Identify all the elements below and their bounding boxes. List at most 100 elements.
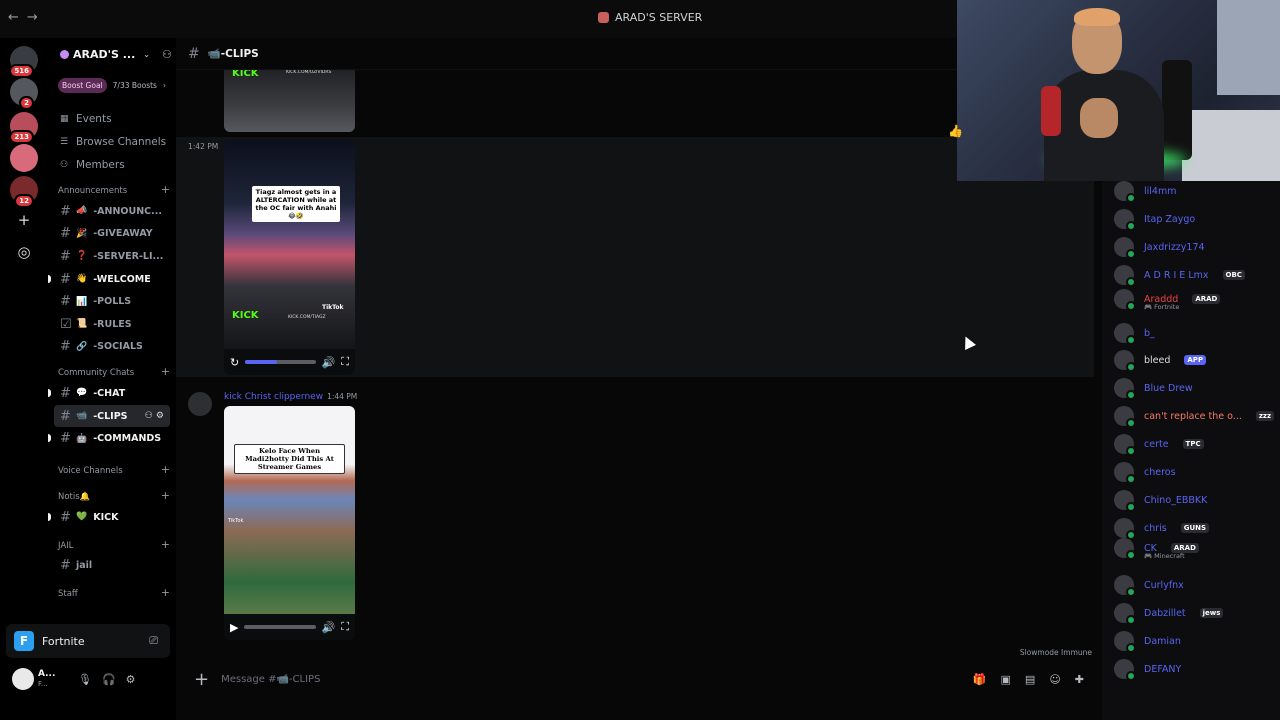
category-notis[interactable]: Notis🔔 +	[48, 480, 176, 506]
category-staff[interactable]: Staff +	[48, 577, 176, 603]
video-attachment[interactable]: Kelo Face When Madi2hotty Did This At St…	[224, 406, 355, 640]
member-item[interactable]: Dabzillet jews	[1114, 602, 1224, 625]
avatar	[1114, 181, 1136, 203]
attach-plus-icon[interactable]: +	[194, 669, 209, 690]
channel-settings-icon[interactable]: ⚇ ⚙	[145, 411, 164, 421]
add-channel-icon[interactable]: +	[161, 463, 170, 476]
video-attachment[interactable]: Tiagz almost gets in a ALTERCATION while…	[224, 140, 355, 375]
channel-server-links[interactable]: # ❓ -SERVER-LI...	[48, 245, 176, 268]
headphones-icon[interactable]: 🎧	[102, 673, 116, 686]
gif-icon[interactable]: ▣	[1001, 673, 1011, 686]
channel-sidebar: ARAD'S ... ⌄ ⚇ Boost Goal 7/33 Boosts › …	[48, 38, 176, 658]
sidebar-item-browse-channels[interactable]: ☰ Browse Channels	[48, 130, 176, 153]
member-item[interactable]: chris GUNS	[1114, 517, 1210, 540]
hash-icon: #	[60, 509, 71, 525]
video-attachment[interactable]: KICK KICK.COM/UZIVIDRS	[224, 70, 355, 132]
member-item[interactable]: CK ARAD 🎮 Minecraft	[1114, 537, 1199, 560]
gift-icon[interactable]: 🎁	[973, 673, 987, 686]
channel-giveaway[interactable]: # 🎉 -GIVEAWAY	[48, 223, 176, 246]
share-screen-icon[interactable]: ⎚	[149, 634, 158, 648]
channel-welcome[interactable]: # 👋 -WELCOME	[48, 268, 176, 291]
message-author[interactable]: kick Christ clippernew 1:44 PM	[224, 392, 357, 402]
server-icon-1[interactable]: 2	[10, 78, 38, 110]
boost-goal[interactable]: Boost Goal 7/33 Boosts ›	[58, 78, 176, 93]
fullscreen-icon[interactable]: ⛶	[341, 355, 349, 369]
member-item[interactable]: certe TPC	[1114, 433, 1204, 456]
category-announcements[interactable]: Announcements +	[48, 176, 176, 200]
channel-kick[interactable]: # 💚 KICK	[48, 506, 176, 529]
add-server-icon[interactable]: +	[14, 210, 34, 230]
invite-icon[interactable]: ⚇	[162, 48, 172, 61]
server-icon-2[interactable]: 213	[9, 112, 38, 144]
kick-watermark: KICK	[232, 70, 259, 79]
emoji-icon[interactable]: ☺	[1049, 673, 1060, 686]
member-item[interactable]: A D R I E Lmx OBC	[1114, 264, 1245, 287]
member-item[interactable]: Jaxdrizzy174	[1114, 236, 1205, 259]
explore-servers-icon[interactable]: ◎	[14, 242, 34, 262]
activity-panel[interactable]: F Fortnite ⎚	[6, 624, 170, 658]
category-voice-channels[interactable]: Voice Channels +	[48, 450, 176, 480]
add-channel-icon[interactable]: +	[161, 586, 170, 599]
member-item[interactable]: Chino_EBBKK	[1114, 489, 1207, 512]
sidebar-item-events[interactable]: ▦ Events	[48, 107, 176, 130]
volume-icon[interactable]: 🔊	[322, 356, 336, 369]
user-name-block[interactable]: A... F...	[38, 669, 68, 689]
message-input[interactable]: Message #📹-CLIPS	[221, 674, 320, 685]
channel-jail[interactable]: # jail	[48, 555, 176, 578]
member-item[interactable]: bleed APP	[1114, 349, 1207, 372]
video-progress-bar[interactable]	[245, 360, 316, 364]
member-item[interactable]: b_	[1114, 322, 1155, 345]
avatar	[1114, 209, 1136, 231]
server-icon-3[interactable]	[10, 144, 38, 172]
video-progress-bar[interactable]	[244, 625, 316, 629]
avatar[interactable]	[188, 392, 212, 416]
server-icon-4[interactable]: 12	[10, 176, 38, 208]
direct-messages-icon[interactable]: 516	[9, 46, 38, 78]
member-item[interactable]: Itap Zaygo	[1114, 208, 1195, 231]
channel-rules[interactable]: ☑ 📜 -RULES	[48, 313, 176, 336]
member-item[interactable]: can't replace the o... zzz	[1114, 405, 1275, 428]
channel-commands[interactable]: # 🤖 -COMMANDS	[48, 427, 176, 450]
server-header[interactable]: ARAD'S ... ⌄ ⚇	[48, 38, 176, 70]
category-community-chats[interactable]: Community Chats +	[48, 358, 176, 382]
member-item[interactable]: Curlyfnx	[1114, 574, 1184, 597]
category-jail[interactable]: JAIL +	[48, 529, 176, 555]
hash-icon: #	[188, 45, 200, 62]
sticker-icon[interactable]: ▤	[1025, 673, 1035, 686]
channel-emoji: 📜	[76, 319, 88, 330]
user-panel: A... F... 🎙 🎧 ⚙	[6, 662, 170, 696]
apps-icon[interactable]: ✚	[1075, 673, 1084, 686]
microphone-icon[interactable]: 🎙	[78, 673, 92, 686]
replay-icon[interactable]: ↻	[230, 356, 239, 369]
member-name: Dabzillet	[1144, 607, 1186, 619]
gear-icon[interactable]: ⚙	[126, 673, 136, 686]
back-forward-nav[interactable]: ←→	[8, 10, 46, 25]
mention-badge: 516	[9, 64, 34, 78]
member-item[interactable]: Araddd ARAD 🎮 Fortnite	[1114, 288, 1221, 311]
channel-clips[interactable]: # 📹 -CLIPS ⚇ ⚙	[54, 404, 170, 428]
member-name: Jaxdrizzy174	[1144, 241, 1205, 253]
boost-count: 7/33 Boosts	[112, 81, 157, 90]
channel-label: -RULES	[93, 318, 132, 330]
member-item[interactable]: DEFANY	[1114, 658, 1181, 681]
channel-socials[interactable]: # 🔗 -SOCIALS	[48, 336, 176, 359]
member-item[interactable]: cheros	[1114, 461, 1176, 484]
add-channel-icon[interactable]: +	[161, 538, 170, 551]
avatar	[1114, 323, 1136, 345]
fullscreen-icon[interactable]: ⛶	[341, 620, 349, 634]
member-item[interactable]: lil4mm	[1114, 180, 1176, 203]
channel-polls[interactable]: # 📊 -POLLS	[48, 290, 176, 313]
add-channel-icon[interactable]: +	[161, 183, 170, 196]
member-item[interactable]: Damian	[1114, 630, 1181, 653]
add-channel-icon[interactable]: +	[161, 489, 170, 502]
play-icon[interactable]: ▶	[230, 621, 238, 634]
volume-icon[interactable]: 🔊	[322, 621, 336, 634]
add-channel-icon[interactable]: +	[161, 365, 170, 378]
channel-chat[interactable]: # 💬 -CHAT	[48, 382, 176, 405]
member-item[interactable]: Blue Drew	[1114, 377, 1193, 400]
browse-icon: ☰	[60, 136, 69, 147]
channel-announcements[interactable]: # 📣 -ANNOUNC...	[48, 200, 176, 223]
avatar[interactable]	[12, 668, 34, 690]
sidebar-item-members[interactable]: ⚇ Members	[48, 153, 176, 176]
slowmode-indicator: Slowmode Immune	[1019, 648, 1092, 657]
